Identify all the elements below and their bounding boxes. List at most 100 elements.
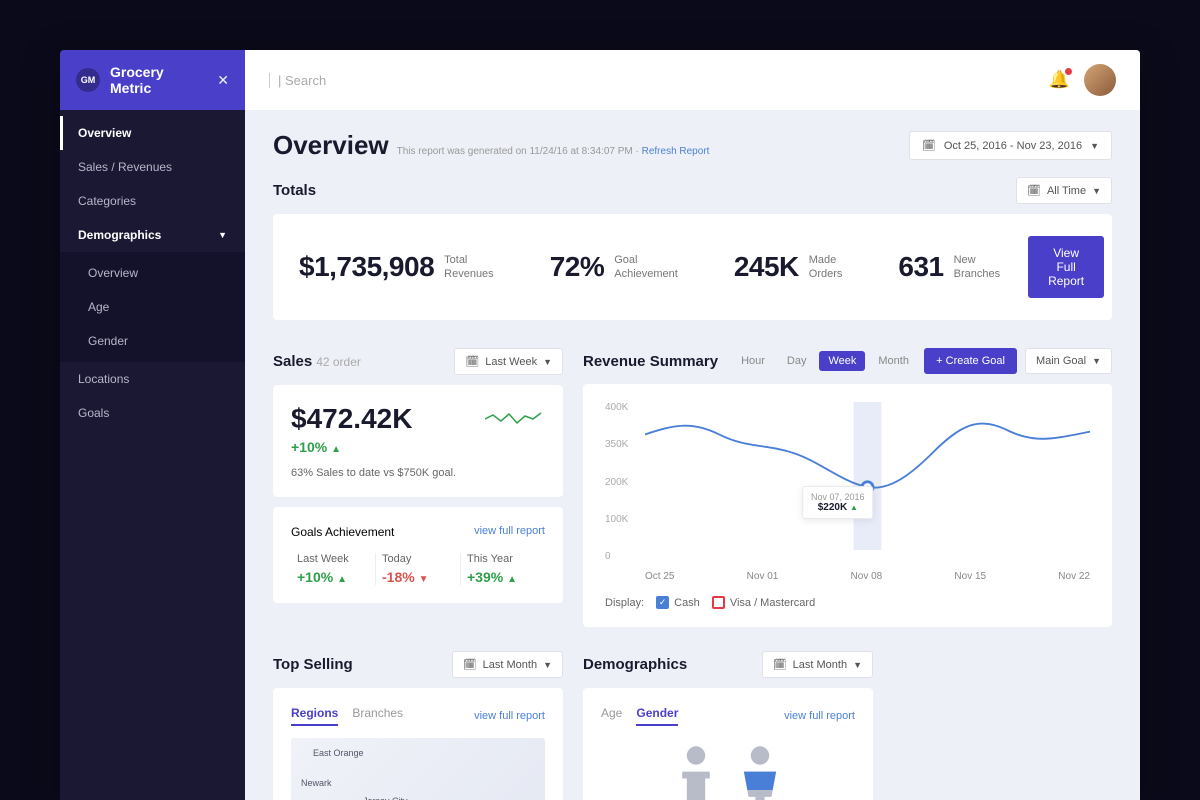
goal-last-week: Last Week +10% ▲ — [291, 553, 376, 585]
map-region[interactable]: East Orange Newark Jersey City New York — [291, 738, 545, 800]
chevron-down-icon: ▼ — [218, 230, 227, 240]
view-full-report-link[interactable]: view full report — [474, 710, 545, 722]
sales-pct: +10% ▲ — [291, 439, 545, 455]
sales-card: $472.42K +10% ▲ 63% Sales to date vs $75… — [273, 385, 563, 497]
calendar-icon: 🗓 — [465, 355, 479, 368]
chevron-down-icon: ▼ — [543, 660, 552, 670]
sparkline-chart — [485, 409, 545, 429]
main-nav: Overview Sales / Revenues Categories Dem… — [60, 110, 245, 430]
person-figure-blue — [737, 744, 783, 800]
nav-demographics[interactable]: Demographics ▼ — [60, 218, 245, 252]
chevron-down-icon: ▼ — [1090, 141, 1099, 151]
chart-tooltip: Nov 07, 2016 $220K ▲ — [802, 486, 874, 519]
nav-overview[interactable]: Overview — [60, 116, 245, 150]
nav-categories[interactable]: Categories — [60, 184, 245, 218]
top-selling-filter[interactable]: 🗓 Last Month ▼ — [452, 651, 563, 678]
app-window: GM Grocery Metric ✕ Overview Sales / Rev… — [60, 50, 1140, 800]
sales-note: 63% Sales to date vs $750K goal. — [291, 467, 545, 479]
sales-column: Sales42 order 🗓 Last Week ▼ $472.42K — [273, 348, 563, 627]
nav-demo-age[interactable]: Age — [60, 290, 245, 324]
tab-age[interactable]: Age — [601, 706, 622, 726]
metric-branches: 631 New Branches — [898, 251, 1000, 283]
content-scroll: Overview This report was generated on 11… — [245, 110, 1140, 800]
chevron-down-icon: ▼ — [1092, 356, 1101, 366]
topbar: | Search 🔔 — [245, 50, 1140, 110]
demographics-filter[interactable]: 🗓 Last Month ▼ — [762, 651, 873, 678]
top-selling-column: Top Selling 🗓 Last Month ▼ Regions Branc… — [273, 651, 563, 800]
line-chart-svg — [645, 402, 1090, 550]
nav-goals[interactable]: Goals — [60, 396, 245, 430]
checkbox-icon — [712, 596, 725, 609]
nav-demo-overview[interactable]: Overview — [60, 256, 245, 290]
sidebar: GM Grocery Metric ✕ Overview Sales / Rev… — [60, 50, 245, 800]
brand-name: Grocery Metric — [110, 64, 207, 96]
tab-branches[interactable]: Branches — [352, 706, 403, 726]
brand-logo: GM — [76, 68, 100, 92]
revenue-time-tabs: Hour Day Week Month — [732, 351, 918, 371]
revenue-column: Revenue Summary Hour Day Week Month + Cr… — [583, 348, 1112, 627]
top-selling-title: Top Selling — [273, 656, 353, 673]
metric-revenue: $1,735,908 Total Revenues — [299, 251, 494, 283]
nav-sales-revenues[interactable]: Sales / Revenues — [60, 150, 245, 184]
search-input[interactable]: | Search — [269, 73, 1035, 88]
demographics-card: Age Gender view full report — [583, 688, 873, 800]
person-figure-gray — [673, 744, 719, 800]
chevron-down-icon: ▼ — [1092, 186, 1101, 196]
totals-title: Totals — [273, 182, 316, 199]
goals-title: Goals Achievement — [291, 525, 394, 539]
tab-regions[interactable]: Regions — [291, 706, 338, 726]
arrow-down-icon: ▼ — [419, 574, 429, 585]
goal-this-year: This Year +39% ▲ — [461, 553, 545, 585]
view-full-report-link[interactable]: view full report — [784, 710, 855, 722]
nav-demographics-sub: Overview Age Gender — [60, 252, 245, 362]
avatar[interactable] — [1084, 64, 1116, 96]
chevron-down-icon: ▼ — [543, 357, 552, 367]
tab-gender[interactable]: Gender — [636, 706, 678, 726]
goal-today: Today -18% ▼ — [376, 553, 461, 585]
tab-week[interactable]: Week — [819, 351, 865, 371]
tab-month[interactable]: Month — [869, 351, 918, 371]
checkbox-visa[interactable]: Visa / Mastercard — [712, 596, 815, 609]
view-full-report-link[interactable]: view full report — [474, 525, 545, 539]
main-content: | Search 🔔 Overview This report was gene… — [245, 50, 1140, 800]
create-goal-button[interactable]: + Create Goal — [924, 348, 1017, 374]
sales-time-filter[interactable]: 🗓 Last Week ▼ — [454, 348, 563, 375]
nav-locations[interactable]: Locations — [60, 362, 245, 396]
tab-day[interactable]: Day — [778, 351, 816, 371]
calendar-icon: 🗓 — [1027, 184, 1041, 197]
notification-dot — [1065, 68, 1072, 75]
checkbox-cash[interactable]: ✓ Cash — [656, 596, 700, 609]
totals-card: $1,735,908 Total Revenues 72% Goal Achie… — [273, 214, 1112, 320]
arrow-up-icon: ▲ — [507, 574, 517, 585]
demographics-column: Demographics 🗓 Last Month ▼ Age Gender — [583, 651, 873, 800]
notifications-icon[interactable]: 🔔 — [1049, 70, 1070, 90]
date-range-picker[interactable]: 🗓 Oct 25, 2016 - Nov 23, 2016 ▼ — [909, 131, 1112, 160]
page-title: Overview — [273, 130, 389, 161]
close-icon[interactable]: ✕ — [217, 72, 229, 89]
brand-header: GM Grocery Metric ✕ — [60, 50, 245, 110]
revenue-chart-card: 400K 350K 200K 100K 0 — [583, 384, 1112, 627]
totals-time-filter[interactable]: 🗓 All Time ▼ — [1016, 177, 1112, 204]
revenue-title: Revenue Summary — [583, 353, 718, 370]
main-goal-dropdown[interactable]: Main Goal ▼ — [1025, 348, 1112, 374]
nav-demographics-label: Demographics — [78, 228, 161, 242]
gender-figures — [601, 738, 855, 800]
nav-demo-gender[interactable]: Gender — [60, 324, 245, 358]
y-axis: 400K 350K 200K 100K 0 — [605, 402, 628, 562]
chevron-down-icon: ▼ — [853, 660, 862, 670]
page-header: Overview This report was generated on 11… — [273, 130, 1112, 161]
arrow-up-icon: ▲ — [850, 503, 858, 512]
refresh-report-link[interactable]: Refresh Report — [642, 146, 710, 157]
metric-goal: 72% Goal Achievement — [550, 251, 678, 283]
calendar-icon: 🗓 — [922, 139, 936, 152]
tab-hour[interactable]: Hour — [732, 351, 774, 371]
arrow-up-icon: ▲ — [337, 574, 347, 585]
arrow-up-icon: ▲ — [331, 444, 341, 455]
demographics-title: Demographics — [583, 656, 687, 673]
sales-amount: $472.42K — [291, 403, 412, 435]
sales-title: Sales42 order — [273, 353, 361, 370]
view-full-report-button[interactable]: View Full Report — [1028, 236, 1104, 298]
checkbox-icon: ✓ — [656, 596, 669, 609]
calendar-icon: 🗓 — [773, 658, 787, 671]
metric-orders: 245K Made Orders — [734, 251, 843, 283]
